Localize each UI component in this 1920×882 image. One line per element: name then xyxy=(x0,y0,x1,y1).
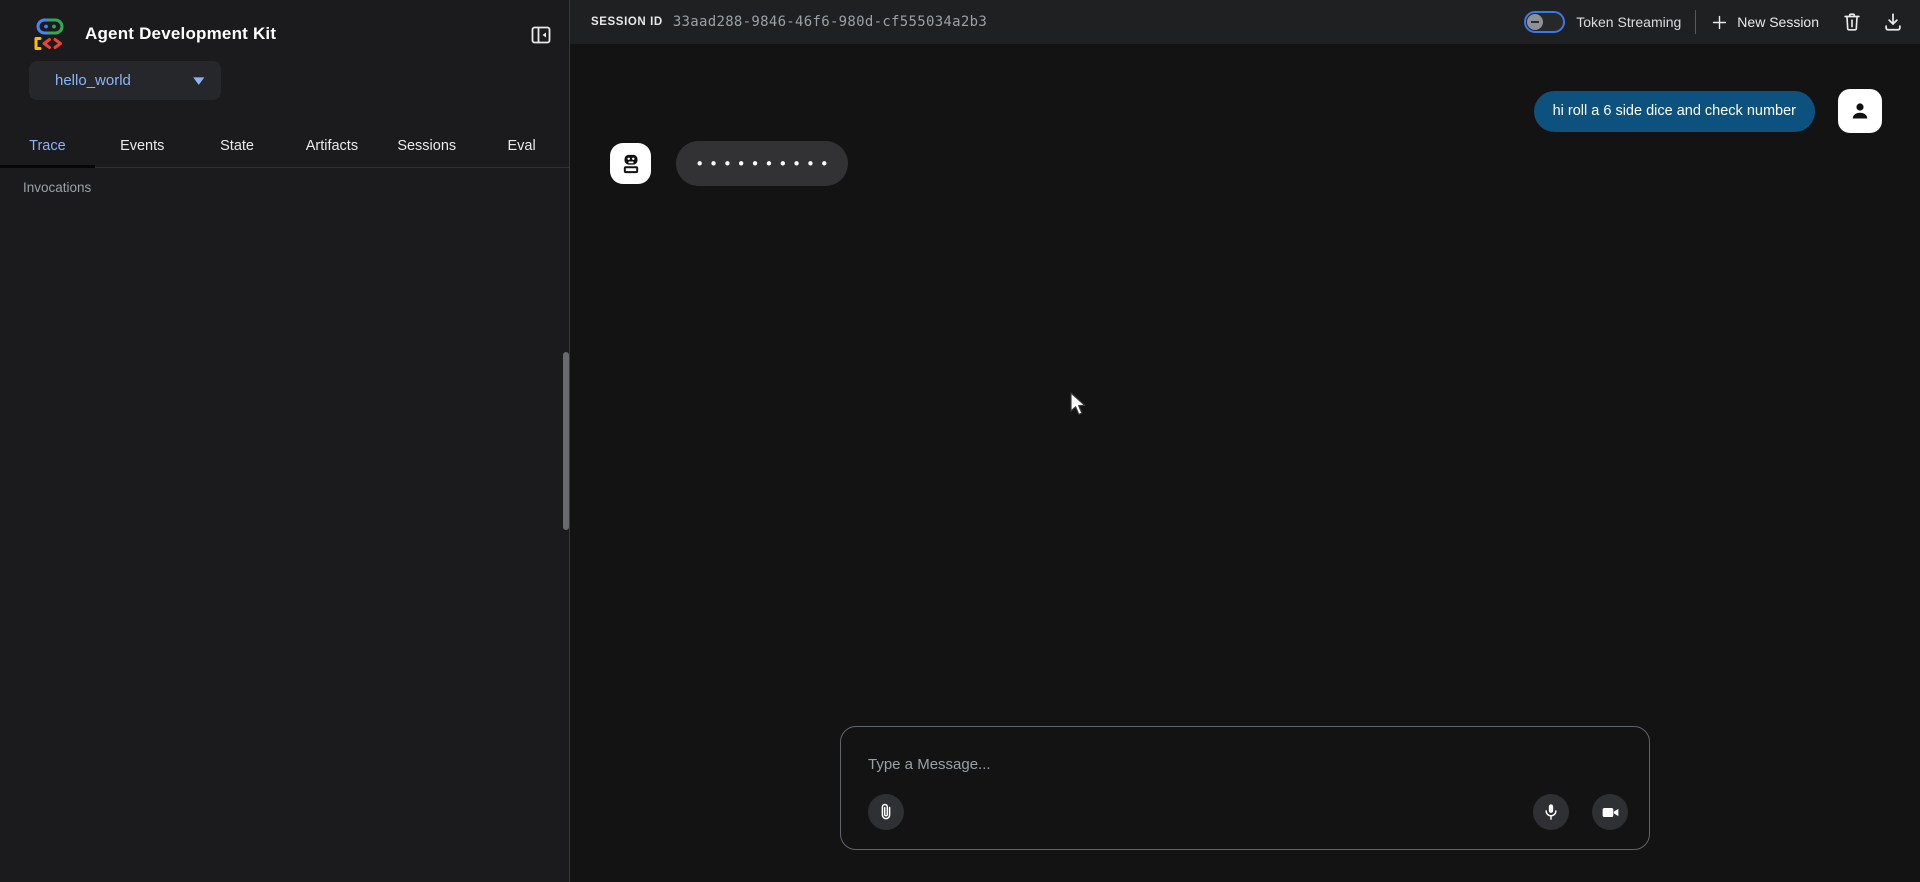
microphone-icon xyxy=(1541,802,1561,822)
tab-eval[interactable]: Eval xyxy=(474,125,569,167)
bot-avatar xyxy=(610,143,651,184)
sidebar-tab-bar: Trace Events State Artifacts Sessions Ev… xyxy=(0,125,569,168)
header-divider xyxy=(1695,10,1696,34)
session-header: SESSION ID 33aad288-9846-46f6-980d-cf555… xyxy=(570,0,1920,44)
video-button[interactable] xyxy=(1592,794,1628,830)
new-session-button[interactable]: New Session xyxy=(1710,13,1819,32)
plus-icon xyxy=(1710,13,1729,32)
chat-area: hi roll a 6 side dice and check number xyxy=(570,44,1920,882)
main-panel: SESSION ID 33aad288-9846-46f6-980d-cf555… xyxy=(570,0,1920,882)
user-message-bubble: hi roll a 6 side dice and check number xyxy=(1534,91,1815,132)
tab-events[interactable]: Events xyxy=(95,125,190,167)
selected-agent-label: hello_world xyxy=(55,72,131,89)
delete-session-button[interactable] xyxy=(1841,11,1863,33)
agent-select-dropdown[interactable]: hello_world ▾ xyxy=(29,61,221,100)
tab-trace[interactable]: Trace xyxy=(0,125,95,167)
app-title: Agent Development Kit xyxy=(85,24,276,44)
paperclip-icon xyxy=(876,802,896,822)
message-composer xyxy=(840,726,1650,850)
token-streaming-label: Token Streaming xyxy=(1576,14,1681,30)
message-input[interactable] xyxy=(868,751,1622,777)
attach-file-button[interactable] xyxy=(868,794,904,830)
bot-message-row: •••••••••• xyxy=(610,141,848,186)
download-session-button[interactable] xyxy=(1882,11,1904,33)
microphone-button[interactable] xyxy=(1533,794,1569,830)
robot-icon xyxy=(618,151,644,177)
sidebar-scrollbar[interactable] xyxy=(563,352,569,530)
new-session-label: New Session xyxy=(1737,14,1819,30)
mouse-cursor xyxy=(1068,391,1090,417)
app-brand: Agent Development Kit xyxy=(30,17,276,51)
user-avatar xyxy=(1838,89,1882,133)
sidebar: Agent Development Kit hello_world ▾ Trac… xyxy=(0,0,570,882)
trash-icon xyxy=(1841,11,1863,33)
videocam-icon xyxy=(1600,802,1621,823)
panel-close-icon xyxy=(529,23,553,47)
tab-sessions[interactable]: Sessions xyxy=(379,125,474,167)
session-id-label: SESSION ID xyxy=(591,16,663,28)
download-icon xyxy=(1882,11,1904,33)
invocations-section-label: Invocations xyxy=(23,180,91,195)
user-message-row: hi roll a 6 side dice and check number xyxy=(1534,89,1882,133)
toggle-thumb-icon xyxy=(1527,14,1543,30)
adk-logo-icon xyxy=(30,17,70,51)
session-id-value: 33aad288-9846-46f6-980d-cf555034a2b3 xyxy=(673,14,987,30)
tab-artifacts[interactable]: Artifacts xyxy=(285,125,380,167)
tab-state[interactable]: State xyxy=(190,125,285,167)
person-icon xyxy=(1848,99,1872,123)
bot-loading-bubble: •••••••••• xyxy=(676,141,848,186)
token-streaming-toggle[interactable] xyxy=(1524,11,1565,33)
loading-dots-indicator: •••••••••• xyxy=(690,155,833,173)
chevron-down-icon: ▾ xyxy=(194,73,205,88)
collapse-sidebar-button[interactable] xyxy=(528,22,554,48)
